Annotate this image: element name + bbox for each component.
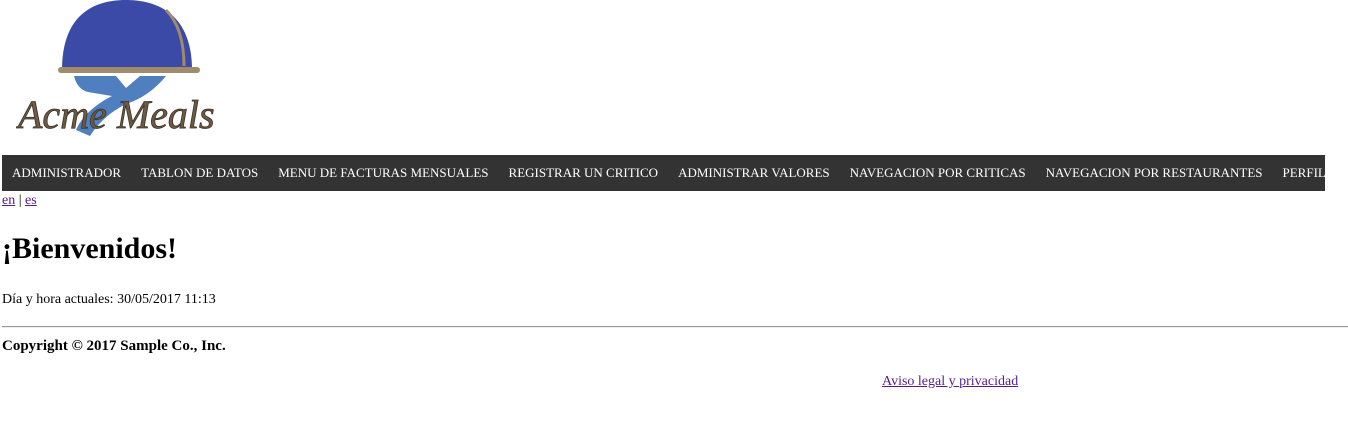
language-link-es[interactable]: es bbox=[25, 193, 37, 208]
nav-item-registrar-critico[interactable]: REGISTRAR UN CRITICO bbox=[499, 155, 669, 191]
nav-item-tablon-de-datos[interactable]: TABLON DE DATOS bbox=[131, 155, 268, 191]
nav-item-navegacion-restaurantes[interactable]: NAVEGACION POR RESTAURANTES bbox=[1036, 155, 1273, 191]
nav-item-navegacion-criticas[interactable]: NAVEGACION POR CRITICAS bbox=[840, 155, 1036, 191]
nav-item-administrador[interactable]: ADMINISTRADOR bbox=[2, 155, 131, 191]
footer-divider bbox=[2, 326, 1348, 328]
copyright-text: Copyright © 2017 Sample Co., Inc. bbox=[2, 338, 226, 354]
legal-privacy-link[interactable]: Aviso legal y privacidad bbox=[882, 374, 1018, 390]
page-title: ¡Bienvenidos! bbox=[2, 232, 178, 265]
cloche-dome-shape bbox=[62, 0, 192, 70]
tray-shape bbox=[58, 67, 200, 73]
nav-item-menu-de-facturas[interactable]: MENU DE FACTURAS MENSUALES bbox=[268, 155, 498, 191]
current-datetime: Día y hora actuales: 30/05/2017 11:13 bbox=[2, 292, 216, 307]
acme-meals-logo[interactable]: Acme Meals bbox=[15, 0, 236, 140]
page: Acme Meals ADMINISTRADOR TABLON DE DATOS… bbox=[0, 0, 1348, 438]
nav-item-perfil-admin[interactable]: PERFIL (ADMIN) bbox=[1273, 155, 1348, 191]
logo-graphic: Acme Meals bbox=[15, 0, 215, 137]
nav-item-administrar-valores[interactable]: ADMINISTRAR VALORES bbox=[668, 155, 840, 191]
logo-text: Acme Meals bbox=[16, 92, 215, 137]
language-link-en[interactable]: en bbox=[2, 193, 15, 208]
main-navbar: ADMINISTRADOR TABLON DE DATOS MENU DE FA… bbox=[2, 155, 1348, 191]
language-separator: | bbox=[18, 193, 22, 208]
language-switcher: en | es bbox=[2, 193, 37, 209]
